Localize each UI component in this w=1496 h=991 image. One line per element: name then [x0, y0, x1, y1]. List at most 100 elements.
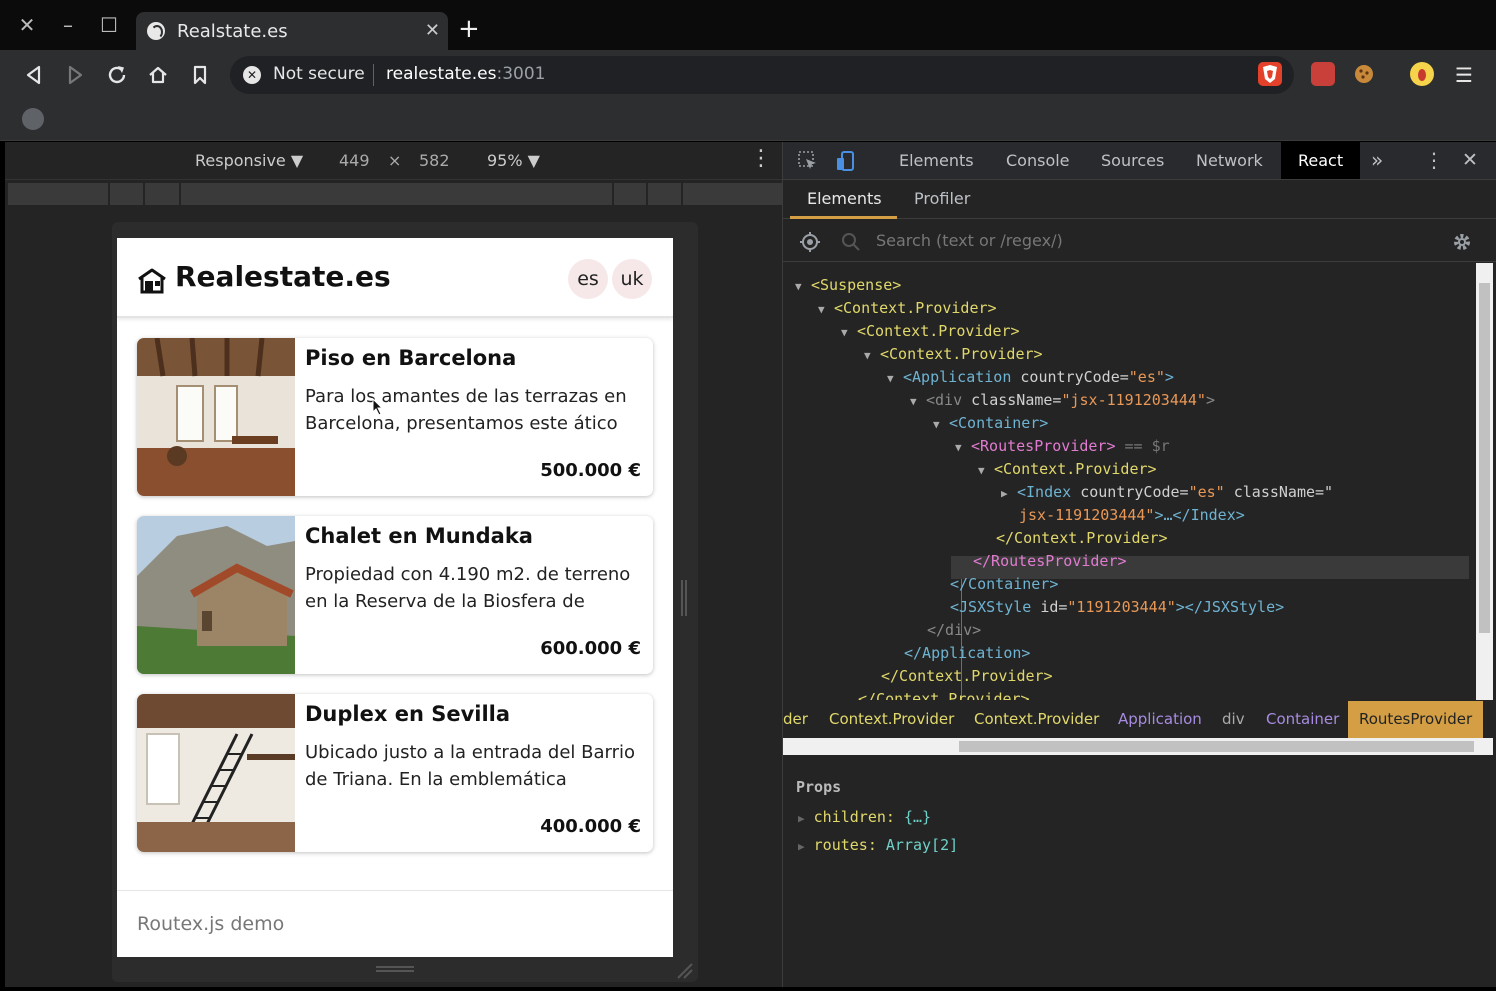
responsive-dropdown[interactable]: Responsive ▼: [195, 151, 303, 170]
prop-row[interactable]: ▶ children: {…}: [798, 808, 931, 826]
tree-node-context-provider[interactable]: ▼ <Context.Provider>: [841, 320, 1020, 343]
close-devtools-icon[interactable]: ✕: [1462, 142, 1478, 179]
prop-key: children:: [813, 808, 895, 826]
zoom-dropdown[interactable]: 95% ▼: [487, 151, 540, 170]
component-tree: ▼ <Suspense> ▼ <Context.Provider> ▼ <Contex…: [783, 263, 1475, 700]
node-attr: countryCode=: [1020, 368, 1129, 386]
node-label: ></JSXStyle>: [1175, 598, 1285, 616]
scrollbar-thumb[interactable]: [959, 741, 1474, 752]
breadcrumb-item[interactable]: der: [783, 701, 808, 738]
breadcrumb-item[interactable]: Context.Provider: [974, 701, 1099, 738]
tree-node-close[interactable]: </Context.Provider>: [858, 688, 1030, 700]
tab-sources[interactable]: Sources: [1101, 142, 1164, 179]
browser-tab[interactable]: Realstate.es ✕: [136, 12, 448, 50]
breadcrumb-item[interactable]: Application: [1118, 701, 1202, 738]
tree-node-context-provider[interactable]: ▼ <Context.Provider>: [978, 458, 1157, 481]
device-toggle-icon[interactable]: [835, 150, 857, 172]
node-label: <Context.Provider>: [994, 460, 1157, 478]
brave-shield-icon[interactable]: [1258, 62, 1282, 86]
tree-node-close[interactable]: </Context.Provider>: [881, 665, 1053, 688]
home-icon[interactable]: [144, 61, 172, 89]
tree-node-suspense[interactable]: ▼ <Suspense>: [795, 274, 901, 297]
extension-icon[interactable]: [1311, 62, 1335, 86]
resize-handle-bottom[interactable]: [376, 966, 414, 972]
avatar[interactable]: [1410, 62, 1434, 86]
footer-text: Routex.js demo: [137, 913, 285, 935]
tree-node-close[interactable]: </div>: [927, 619, 981, 642]
tree-node-div[interactable]: ▼ <div className="jsx-1191203444">: [910, 389, 1215, 412]
site-header: Realestate.es es uk: [117, 238, 673, 318]
node-attr-value: "es": [1128, 368, 1165, 386]
tree-node-close[interactable]: </Context.Provider>: [996, 527, 1168, 550]
minimize-window-icon[interactable]: –: [55, 12, 81, 38]
new-tab-button[interactable]: +: [458, 16, 480, 42]
scrollbar-thumb[interactable]: [1479, 283, 1490, 633]
tree-node-close[interactable]: </RoutesProvider>: [973, 550, 1127, 573]
back-icon[interactable]: [20, 61, 48, 89]
node-label: <Context.Provider>: [880, 345, 1043, 363]
breadcrumb-item[interactable]: Container: [1266, 701, 1339, 738]
tree-node-index[interactable]: ▶ <Index countryCode="es" className=": [1001, 481, 1333, 504]
search-input[interactable]: Search (text or /regex/): [876, 231, 1063, 250]
github-icon[interactable]: [22, 108, 44, 130]
react-tab-elements[interactable]: Elements: [807, 189, 882, 208]
tab-react[interactable]: React: [1281, 142, 1361, 179]
viewport-width-input[interactable]: 449: [339, 151, 370, 170]
not-secure-icon[interactable]: ✕: [243, 66, 261, 84]
tree-node-container[interactable]: ▼ <Container>: [933, 412, 1048, 435]
close-tab-icon[interactable]: ✕: [425, 20, 440, 41]
devtools-menu-icon[interactable]: ⋮: [1424, 142, 1444, 179]
component-search: Search (text or /regex/): [783, 220, 1496, 262]
close-window-icon[interactable]: ✕: [14, 12, 40, 38]
lang-button-es[interactable]: es: [568, 259, 608, 299]
tree-node-context-provider[interactable]: ▼ <Context.Provider>: [864, 343, 1043, 366]
device-more-icon[interactable]: ⋮: [750, 146, 772, 171]
media-query-ruler[interactable]: [8, 183, 782, 205]
tree-node-jsxstyle[interactable]: <JSXStyle id="1191203444"></JSXStyle>: [950, 596, 1284, 619]
inspect-element-icon[interactable]: [797, 150, 819, 172]
prop-value: {…}: [903, 808, 932, 826]
settings-gear-icon[interactable]: [1451, 231, 1473, 253]
breadcrumb-item[interactable]: div: [1222, 701, 1245, 738]
cookie-icon[interactable]: [1352, 62, 1376, 86]
listing-price: 500.000 €: [540, 460, 641, 481]
tab-console[interactable]: Console: [1006, 142, 1070, 179]
tab-network[interactable]: Network: [1196, 142, 1263, 179]
breadcrumb-item[interactable]: Context.Provider: [829, 701, 954, 738]
bookmark-icon[interactable]: [186, 61, 214, 89]
maximize-window-icon[interactable]: ☐: [96, 12, 122, 38]
not-secure-label[interactable]: Not secure: [273, 64, 365, 84]
resize-handle-right[interactable]: [681, 580, 687, 616]
listing-card[interactable]: Piso en Barcelona Para los amantes de la…: [137, 338, 653, 496]
node-attr: className=: [971, 391, 1062, 409]
lang-button-uk[interactable]: uk: [612, 259, 652, 299]
site-brand[interactable]: Realestate.es: [175, 260, 391, 293]
resize-corner-icon[interactable]: [676, 962, 694, 980]
tree-node-application[interactable]: ▼ <Application countryCode="es">: [887, 366, 1174, 389]
react-tab-profiler[interactable]: Profiler: [914, 189, 970, 208]
tab-elements[interactable]: Elements: [899, 142, 974, 179]
prop-row[interactable]: ▶ routes: Array[2]: [798, 836, 958, 854]
forward-icon[interactable]: [61, 61, 89, 89]
tree-node-context-provider[interactable]: ▼ <Context.Provider>: [818, 297, 997, 320]
tree-node-routes-provider[interactable]: ▼ <RoutesProvider> == $r: [955, 435, 1170, 458]
more-tabs-icon[interactable]: »: [1371, 142, 1383, 179]
menu-icon[interactable]: ☰: [1450, 61, 1478, 89]
tree-vertical-scrollbar[interactable]: [1476, 263, 1493, 700]
tab-title: Realstate.es: [177, 21, 288, 42]
tree-node-index-continued: jsx-1191203444">…</Index>: [1019, 504, 1245, 527]
breadcrumb-item-active[interactable]: RoutesProvider: [1348, 701, 1484, 738]
listing-card[interactable]: Duplex en Sevilla Ubicado justo a la ent…: [137, 694, 653, 852]
tree-node-close[interactable]: </Application>: [904, 642, 1030, 665]
node-attr: id=: [1040, 598, 1068, 616]
listing-card[interactable]: Chalet en Mundaka Propiedad con 4.190 m2…: [137, 516, 653, 674]
breadcrumb-horizontal-scrollbar[interactable]: [783, 738, 1493, 755]
viewport-height-input[interactable]: 582: [419, 151, 450, 170]
url-text[interactable]: realestate.es:3001: [386, 64, 545, 84]
reload-icon[interactable]: [103, 61, 131, 89]
select-element-icon[interactable]: [799, 231, 821, 253]
prop-value: Array[2]: [885, 836, 959, 854]
browser-toolbar: ✕ Not secure realestate.es:3001 ☰: [0, 50, 1496, 100]
address-bar[interactable]: ✕ Not secure realestate.es:3001: [230, 56, 1294, 94]
tree-node-close[interactable]: </Container>: [950, 573, 1058, 596]
